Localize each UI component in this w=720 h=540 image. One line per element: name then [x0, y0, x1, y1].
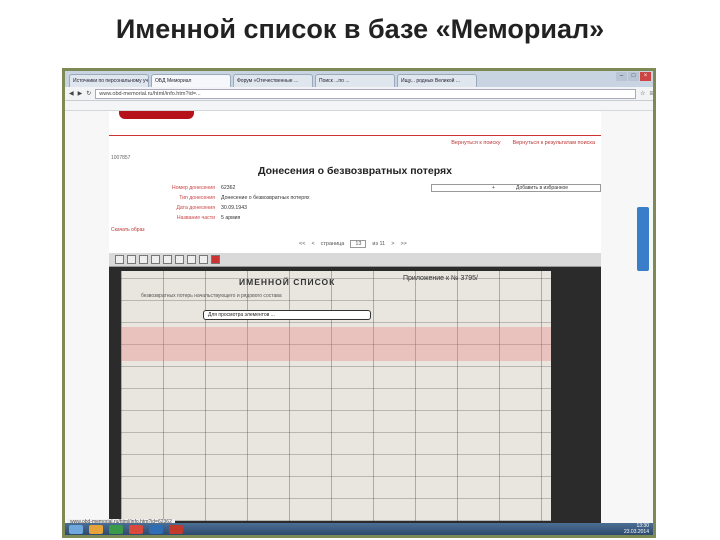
menu-icon[interactable]: ≡ [649, 91, 653, 97]
browser-tab[interactable]: Источники по персональному участию ... [69, 74, 149, 87]
address-bar-row: ◀ ▶ ↻ www.obd-memorial.ru/html/info.htm?… [65, 87, 653, 101]
select-tool-icon[interactable] [115, 255, 124, 264]
field-label: Дата донесения [176, 205, 215, 211]
field-value: 62362 [221, 185, 236, 191]
feedback-side-button[interactable] [637, 207, 649, 271]
page-area: Вернуться к поиску Вернуться к результат… [65, 111, 653, 531]
explorer-taskbar-icon[interactable] [89, 524, 103, 534]
clock-date: 23.03.2014 [623, 529, 649, 535]
field-value: Донесение о безвозвратных потерях [221, 195, 310, 201]
print-icon[interactable] [187, 255, 196, 264]
tooltip: Для просмотра элементов ... [203, 310, 371, 320]
document-appendix: Приложение к № 3795/ [403, 275, 478, 282]
back-to-search-link[interactable]: Вернуться к поиску [451, 140, 500, 146]
zoom-in-icon[interactable] [127, 255, 136, 264]
chrome-taskbar-icon[interactable] [129, 524, 143, 534]
divider [109, 135, 601, 136]
field-label: Название части [176, 215, 215, 221]
document-viewer: ИМЕННОЙ СПИСОК Приложение к № 3795/ безв… [109, 253, 601, 523]
window-controls: – □ × [616, 72, 651, 81]
navigation-links: Вернуться к поиску Вернуться к результат… [451, 140, 595, 146]
browser-tab[interactable]: Форум «Отечественные ... [233, 74, 313, 87]
zoom-out-icon[interactable] [139, 255, 148, 264]
breadcrumb: 1007857 [111, 155, 131, 161]
table-grid [121, 271, 551, 521]
bookmarks-bar [65, 101, 653, 111]
download-scan-link[interactable]: Скачать образ [111, 227, 145, 233]
pdf-icon[interactable] [211, 255, 220, 264]
back-icon[interactable]: ◀ [69, 90, 74, 97]
report-fields: Номер донесения 62362 Тип донесения Доне… [149, 183, 310, 223]
site-logo [119, 111, 194, 119]
star-icon[interactable]: ☆ [640, 90, 645, 97]
page-number-input[interactable]: 13 [350, 240, 367, 248]
back-to-results-link[interactable]: Вернуться к результатам поиска [512, 140, 595, 146]
field-row: Дата донесения 30.09.1943 [149, 203, 310, 213]
reload-icon[interactable]: ↻ [86, 90, 91, 97]
viewer-toolbar [109, 253, 601, 267]
page-title: Донесения о безвозвратных потерях [258, 165, 452, 177]
last-page-button[interactable]: >> [400, 241, 406, 247]
browser-tab[interactable]: Поиск ...по ... [315, 74, 395, 87]
start-button[interactable] [69, 524, 83, 534]
browser-tab-active[interactable]: ОБД Мемориал [151, 74, 231, 87]
address-input[interactable]: www.obd-memorial.ru/html/info.htm?id=... [95, 88, 637, 99]
field-label: Номер донесения [171, 185, 215, 191]
minimize-icon[interactable]: – [616, 72, 627, 81]
add-to-favorites-button[interactable]: + Добавить в избранное [431, 184, 601, 192]
highlighted-row [121, 327, 551, 361]
field-row: Тип донесения Донесение о безвозвратных … [149, 193, 310, 203]
browser-tab-strip: Источники по персональному участию ... О… [65, 71, 653, 87]
maximize-icon[interactable]: □ [628, 72, 639, 81]
taskbar: 13:30 23.03.2014 [65, 523, 653, 535]
document-subtitle: безвозвратных потерь начальствующего и р… [141, 293, 282, 299]
pagination: << < страница 13 из 11 > >> [299, 240, 407, 248]
document-title: ИМЕННОЙ СПИСОК [239, 277, 336, 287]
add-to-favorites-label: Добавить в избранное [516, 185, 569, 191]
slide-title: Именной список в базе «Мемориал» [115, 14, 605, 44]
plus-icon: + [492, 185, 495, 191]
site-content: Вернуться к поиску Вернуться к результат… [109, 111, 601, 523]
browser-tab[interactable]: Ищу... родных Великой ... [397, 74, 477, 87]
first-page-button[interactable]: << [299, 241, 305, 247]
field-value: 30.09.1943 [221, 205, 247, 211]
next-page-button[interactable]: > [391, 241, 394, 247]
field-label: Тип донесения [179, 195, 215, 201]
rotate-icon[interactable] [163, 255, 172, 264]
forward-icon[interactable]: ▶ [78, 90, 83, 97]
field-row: Название части 5 армия [149, 213, 310, 223]
word-taskbar-icon[interactable] [149, 524, 163, 534]
save-icon[interactable] [199, 255, 208, 264]
scanned-document[interactable]: ИМЕННОЙ СПИСОК Приложение к № 3795/ безв… [121, 271, 551, 521]
page-label: страница [320, 241, 345, 247]
page-view-icon[interactable] [175, 255, 184, 264]
close-icon[interactable]: × [640, 72, 651, 81]
prev-page-button[interactable]: < [311, 241, 314, 247]
page-count: из 11 [372, 241, 386, 247]
field-value: 5 армия [221, 215, 241, 221]
fit-icon[interactable] [151, 255, 160, 264]
powerpoint-taskbar-icon[interactable] [169, 524, 183, 534]
screenshot-frame: Источники по персональному участию ... О… [62, 68, 656, 538]
field-row: Номер донесения 62362 [149, 183, 310, 193]
clock: 13:30 23.03.2014 [624, 523, 649, 535]
media-taskbar-icon[interactable] [109, 524, 123, 534]
